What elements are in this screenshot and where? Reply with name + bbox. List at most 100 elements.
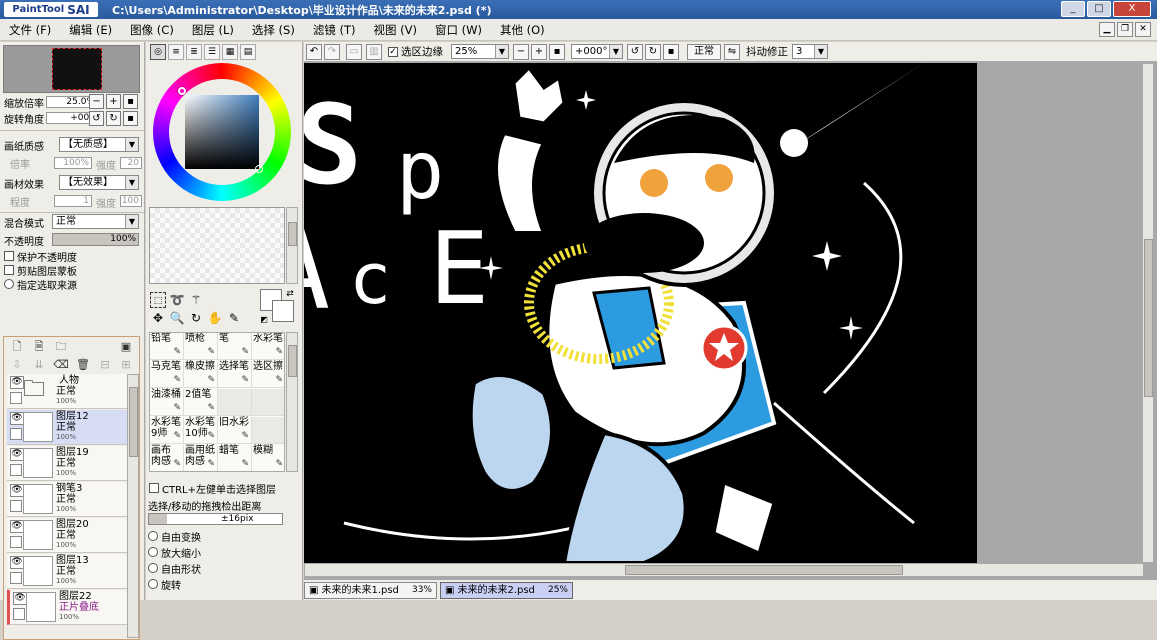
scale-radio[interactable]	[148, 547, 158, 557]
brush-scrollbar-thumb[interactable]	[288, 345, 297, 377]
layer-row[interactable]: 👁 图层22 正片叠底 100%	[7, 590, 129, 625]
brush-slot-empty[interactable]	[252, 389, 284, 416]
doc-minimize-icon[interactable]: ▁	[1099, 22, 1115, 37]
apply-mask-icon[interactable]: ⊟	[97, 357, 113, 373]
rotate-right-icon[interactable]: ↻	[106, 111, 121, 126]
degree-input[interactable]: 1	[54, 195, 92, 207]
artwork-canvas[interactable]: S p A c E	[304, 63, 977, 563]
rotate-icon[interactable]: ↻	[188, 310, 204, 326]
scratchpad-scrollbar-thumb[interactable]	[288, 222, 297, 246]
edit-lock-checkbox[interactable]	[13, 608, 25, 620]
canvas-zoom-reset-icon[interactable]: ▪	[549, 44, 565, 60]
undo-icon[interactable]: ↶	[306, 44, 322, 60]
layer-row[interactable]: 👁 图层19 正常 100%	[7, 446, 129, 481]
hue-marker[interactable]	[178, 87, 186, 95]
edit-lock-checkbox[interactable]	[10, 500, 22, 512]
new-folder-icon[interactable]: 🗀	[53, 339, 69, 355]
rotate-left-icon[interactable]: ↺	[89, 111, 104, 126]
rotate-reset-icon[interactable]: ▪	[123, 111, 138, 126]
selection-source-radio[interactable]	[4, 279, 14, 289]
merge-down-icon[interactable]: ⇊	[31, 357, 47, 373]
brush-slot[interactable]: 笔 ✎	[218, 333, 252, 360]
brush-slot[interactable]: 油漆桶 ✎	[150, 389, 184, 416]
eyedropper-icon[interactable]: ✎	[226, 310, 242, 326]
color-wheel-tab-icon[interactable]: ◎	[150, 44, 166, 60]
eye-icon[interactable]: 👁	[10, 448, 24, 461]
close-button[interactable]: X	[1113, 1, 1151, 17]
strength2-input[interactable]: 100	[120, 195, 142, 207]
brush-slot[interactable]: 2值笔 ✎	[184, 389, 218, 416]
canvas-rotate-reset-icon[interactable]: ▪	[663, 44, 679, 60]
ctrl-select-checkbox[interactable]	[149, 483, 159, 493]
free-transform-row[interactable]: 自由变换	[148, 528, 201, 544]
menu-view[interactable]: 视图 (V)	[364, 22, 426, 38]
canvas-vscrollbar-thumb[interactable]	[1144, 239, 1153, 397]
eye-icon[interactable]: 👁	[10, 376, 24, 389]
hand-icon[interactable]: ✋	[207, 310, 223, 326]
selection-edge-checkbox[interactable]	[388, 47, 398, 57]
new-linework-layer-icon[interactable]: 🗎	[31, 339, 47, 355]
navigator[interactable]	[3, 45, 140, 93]
new-layer-icon[interactable]: 🗋	[9, 339, 25, 355]
scratchpad[interactable]	[149, 207, 285, 284]
doc-restore-icon[interactable]: ❐	[1117, 22, 1133, 37]
scratchpad-scrollbar[interactable]	[286, 207, 298, 284]
menu-window[interactable]: 窗口 (W)	[426, 22, 491, 38]
merge-mask-icon[interactable]: ⊞	[118, 357, 134, 373]
deselect-icon[interactable]: ▭	[346, 44, 362, 60]
swatches-tab-icon[interactable]: ▦	[222, 44, 238, 60]
eye-icon[interactable]: 👁	[10, 520, 24, 533]
reset-colors-icon[interactable]: ◩	[258, 314, 270, 326]
ctrl-select-row[interactable]: CTRL+左健单击选择图层	[149, 480, 276, 496]
eye-icon[interactable]: 👁	[10, 484, 24, 497]
invert-selection-icon[interactable]: ▥	[366, 44, 382, 60]
brush-slot[interactable]: 水彩笔 9师 ✎	[150, 417, 184, 444]
edit-lock-checkbox[interactable]	[10, 464, 22, 476]
menu-filter[interactable]: 滤镜 (T)	[304, 22, 365, 38]
layer-scrollbar-thumb[interactable]	[129, 387, 138, 457]
clipping-checkbox[interactable]	[4, 265, 14, 275]
brush-slot[interactable]: 橡皮擦 ✎	[184, 361, 218, 388]
free-transform-radio[interactable]	[148, 531, 158, 541]
secondary-color-swatch[interactable]	[272, 300, 294, 322]
layer-row[interactable]: 👁 图层12 正常 100%	[7, 410, 129, 445]
canvas-zoom-in-icon[interactable]: +	[531, 44, 547, 60]
selection-edge-toggle[interactable]: 选区边缘	[388, 44, 443, 60]
paper-texture-select[interactable]: 【无质感】 ▼	[59, 137, 139, 152]
eye-icon[interactable]: 👁	[13, 592, 27, 605]
edit-lock-checkbox[interactable]	[10, 428, 22, 440]
layer-scrollbar[interactable]	[127, 374, 139, 638]
brush-slot[interactable]: 画用纸 肉感 ✎	[184, 445, 218, 471]
menu-image[interactable]: 图像 (C)	[121, 22, 183, 38]
canvas-zoom-out-icon[interactable]: −	[513, 44, 529, 60]
flip-icon[interactable]: ⇋	[724, 44, 740, 60]
doc-close-icon[interactable]: ✕	[1135, 22, 1151, 37]
drag-distance-slider[interactable]: ±16pix	[148, 513, 283, 525]
menu-select[interactable]: 选择 (S)	[243, 22, 304, 38]
brush-slot[interactable]: 水彩笔 10师 ✎	[184, 417, 218, 444]
hsv-slider-tab-icon[interactable]: ≣	[186, 44, 202, 60]
zoom-select[interactable]: 25% ▼	[451, 44, 509, 59]
layer-folder[interactable]: 👁 🗀 人物 正常 100%	[7, 374, 129, 409]
zoom-icon[interactable]: 🔍	[169, 310, 185, 326]
brush-slot[interactable]: 喷枪 ✎	[184, 333, 218, 360]
layer-row[interactable]: 👁 图层13 正常 100%	[7, 554, 129, 589]
edit-lock-checkbox[interactable]	[10, 572, 22, 584]
zoom-reset-icon[interactable]: ▪	[123, 94, 138, 109]
blend-view-button[interactable]: 正常	[687, 44, 721, 60]
canvas-rotate-left-icon[interactable]: ↺	[627, 44, 643, 60]
free-shape-row[interactable]: 自由形状	[148, 560, 201, 576]
minimize-button[interactable]: _	[1061, 1, 1085, 17]
saturation-value-square[interactable]	[185, 95, 263, 173]
eye-icon[interactable]: 👁	[10, 556, 24, 569]
menu-file[interactable]: 文件 (F)	[0, 22, 60, 38]
brush-slot[interactable]: 选择笔 ✎	[218, 361, 252, 388]
scratchpad-tab-icon[interactable]: ▤	[240, 44, 256, 60]
delete-layer-icon[interactable]: 🗑	[75, 357, 91, 373]
color-bar-tab-icon[interactable]: ☰	[204, 44, 220, 60]
tab-doc-2[interactable]: ▣ 未来的未来2.psd 25%	[440, 581, 573, 599]
brush-slot[interactable]: 水彩笔 ✎	[252, 333, 284, 360]
canvas-rotate-right-icon[interactable]: ↻	[645, 44, 661, 60]
canvas-vscrollbar[interactable]	[1142, 63, 1154, 563]
opacity-slider[interactable]: 100%	[52, 233, 139, 246]
